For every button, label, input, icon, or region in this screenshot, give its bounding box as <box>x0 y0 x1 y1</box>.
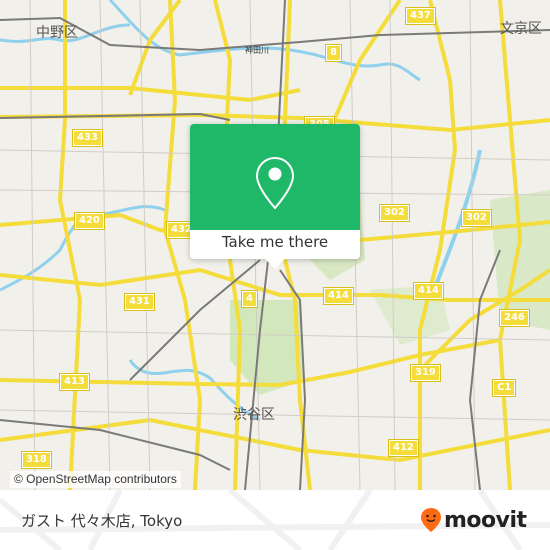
route-shield: 414 <box>323 287 354 305</box>
popup-header <box>190 124 360 230</box>
route-shield: 302 <box>379 204 410 222</box>
route-shield: 4 <box>241 290 258 308</box>
route-shield: 319 <box>410 364 441 382</box>
park-area <box>490 190 550 330</box>
popup-arrow <box>265 259 285 269</box>
route-shield: 437 <box>405 7 436 25</box>
district-label-shibuya: 渋谷区 <box>233 407 275 423</box>
route-shield: 433 <box>72 129 103 147</box>
moovit-wordmark: moovit <box>444 507 527 533</box>
route-shield: 420 <box>74 212 105 230</box>
route-shield: 413 <box>59 373 90 391</box>
route-shield: 302 <box>461 209 492 227</box>
place-name: ガスト 代々木店, Tokyo <box>21 512 183 530</box>
route-shield: 8 <box>325 44 342 62</box>
location-popup: Take me there <box>190 124 360 269</box>
route-shield: 414 <box>413 282 444 300</box>
take-me-there-button[interactable]: Take me there <box>190 230 360 259</box>
route-shield: 318 <box>21 451 52 469</box>
route-shield: C1 <box>491 379 517 397</box>
route-shield: 246 <box>499 309 530 327</box>
river-label-kandagawa: 神田川 <box>245 46 269 55</box>
map-pin-icon <box>255 156 295 210</box>
map-attribution[interactable]: © OpenStreetMap contributors <box>10 471 181 488</box>
district-label-bunkyo: 文京区 <box>500 21 542 37</box>
district-label-nakano: 中野区 <box>36 25 78 41</box>
route-shield: 431 <box>124 293 155 311</box>
footer-bar: ガスト 代々木店, Tokyo moovit <box>0 490 550 550</box>
moovit-pin-icon <box>421 508 441 532</box>
moovit-logo: moovit <box>420 505 527 535</box>
route-shield: 412 <box>388 439 419 457</box>
